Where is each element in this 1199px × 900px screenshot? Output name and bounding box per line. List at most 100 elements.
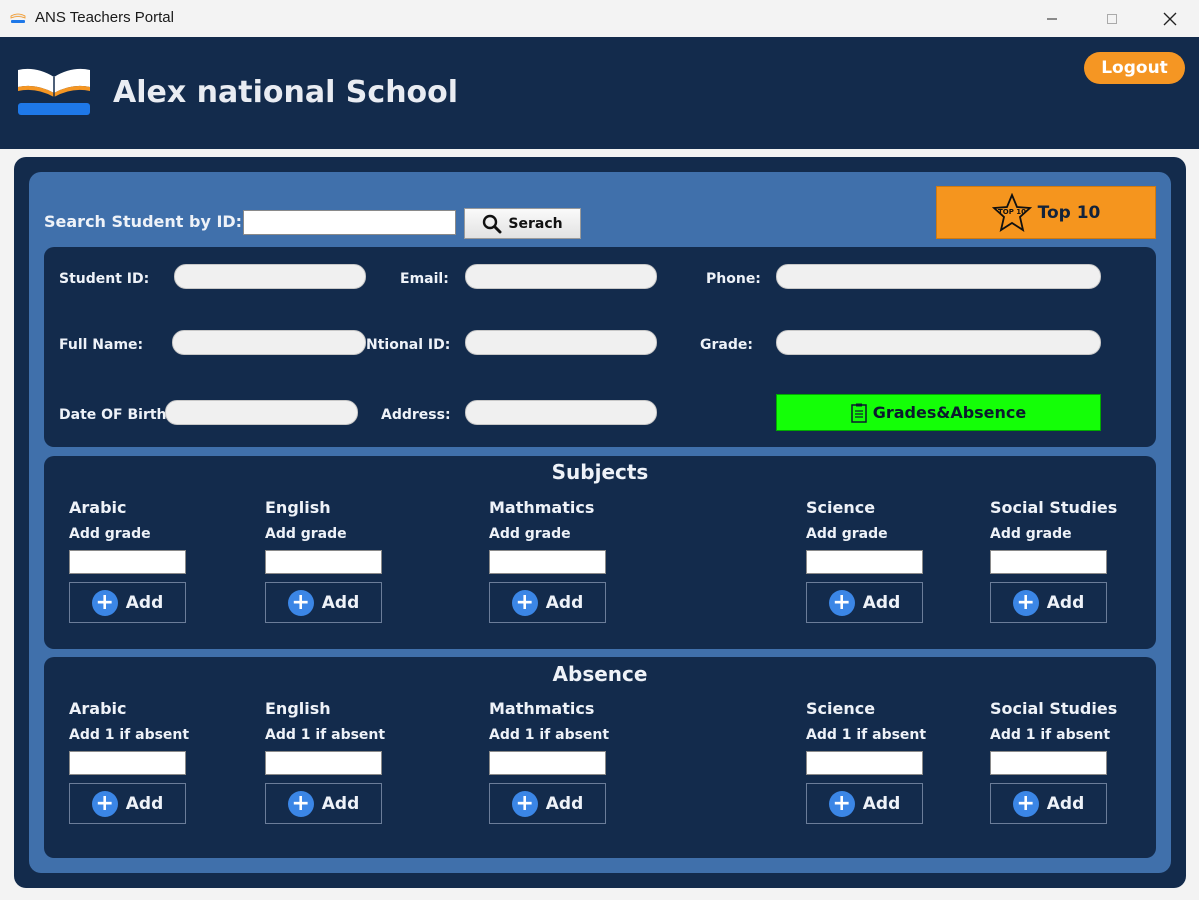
plus-icon: + xyxy=(287,790,314,817)
english-absence-input[interactable] xyxy=(265,751,382,775)
student-info-panel: Student ID: Email: Phone: Full Name: Nti… xyxy=(44,247,1156,447)
dob-field[interactable] xyxy=(165,400,358,425)
subject-english: English Add grade + Add xyxy=(265,498,395,623)
english-add-absence-button[interactable]: + Add xyxy=(265,783,382,824)
maximize-icon xyxy=(1107,13,1117,24)
minimize-icon xyxy=(1047,18,1057,19)
magnifier-icon xyxy=(483,214,502,233)
science-grade-input[interactable] xyxy=(806,550,923,574)
school-name: Alex national School xyxy=(113,75,459,110)
full-name-label: Full Name: xyxy=(59,337,144,353)
arabic-add-absence-button[interactable]: + Add xyxy=(69,783,186,824)
grade-label: Grade: xyxy=(700,337,753,353)
app-icon xyxy=(10,13,26,23)
social-studies-absence-input[interactable] xyxy=(990,751,1107,775)
close-button[interactable] xyxy=(1141,0,1199,37)
add-label: Add xyxy=(125,793,164,814)
subjects-title: Subjects xyxy=(551,460,649,484)
subject-hint: Add grade xyxy=(69,526,151,542)
social-studies-add-grade-button[interactable]: + Add xyxy=(990,582,1107,623)
add-label: Add xyxy=(321,793,360,814)
subject-name: English xyxy=(265,498,331,517)
absence-hint: Add 1 if absent xyxy=(806,727,927,743)
window-titlebar: ANS Teachers Portal xyxy=(0,0,1199,37)
grade-field[interactable] xyxy=(776,330,1101,355)
search-button[interactable]: Serach xyxy=(464,208,581,239)
add-label: Add xyxy=(125,592,164,613)
subject-name: Science xyxy=(806,699,876,718)
math-absence-input[interactable] xyxy=(489,751,606,775)
student-id-label: Student ID: xyxy=(59,271,150,287)
plus-icon: + xyxy=(91,790,118,817)
arabic-absence-input[interactable] xyxy=(69,751,186,775)
search-student-input[interactable] xyxy=(243,210,456,235)
science-add-grade-button[interactable]: + Add xyxy=(806,582,923,623)
absence-hint: Add 1 if absent xyxy=(990,727,1111,743)
phone-field[interactable] xyxy=(776,264,1101,289)
clipboard-icon xyxy=(850,403,867,423)
national-id-field[interactable] xyxy=(465,330,657,355)
math-grade-input[interactable] xyxy=(489,550,606,574)
phone-label: Phone: xyxy=(706,271,761,287)
math-add-absence-button[interactable]: + Add xyxy=(489,783,606,824)
plus-icon: + xyxy=(287,589,314,616)
absence-hint: Add 1 if absent xyxy=(489,727,610,743)
open-book-logo-icon xyxy=(18,68,90,115)
email-field[interactable] xyxy=(465,264,657,289)
social-studies-add-absence-button[interactable]: + Add xyxy=(990,783,1107,824)
full-name-field[interactable] xyxy=(172,330,366,355)
absence-math: Mathmatics Add 1 if absent + Add xyxy=(489,699,619,824)
add-label: Add xyxy=(545,592,584,613)
top10-star-icon: TOP 10 xyxy=(991,192,1032,232)
absence-title: Absence xyxy=(552,662,648,686)
app-header: Alex national School Logout xyxy=(0,37,1199,149)
absence-panel: Absence Arabic Add 1 if absent + Add Engl… xyxy=(44,657,1156,858)
grades-absence-button[interactable]: Grades&Absence xyxy=(776,394,1101,431)
add-label: Add xyxy=(862,592,901,613)
absence-science: Science Add 1 if absent + Add xyxy=(806,699,936,824)
subject-name: English xyxy=(265,699,331,718)
subject-hint: Add grade xyxy=(990,526,1072,542)
main-container: Search Student by ID: Serach TOP 10 Top … xyxy=(14,157,1186,888)
science-add-absence-button[interactable]: + Add xyxy=(806,783,923,824)
plus-icon: + xyxy=(511,589,538,616)
subject-social-studies: Social Studies Add grade + Add xyxy=(990,498,1120,623)
arabic-add-grade-button[interactable]: + Add xyxy=(69,582,186,623)
subject-science: Science Add grade + Add xyxy=(806,498,936,623)
plus-icon: + xyxy=(828,790,855,817)
subject-hint: Add grade xyxy=(806,526,888,542)
absence-arabic: Arabic Add 1 if absent + Add xyxy=(69,699,199,824)
english-grade-input[interactable] xyxy=(265,550,382,574)
address-field[interactable] xyxy=(465,400,657,425)
close-icon xyxy=(1163,12,1177,25)
maximize-button[interactable] xyxy=(1083,0,1141,37)
arabic-grade-input[interactable] xyxy=(69,550,186,574)
absence-english: English Add 1 if absent + Add xyxy=(265,699,395,824)
subject-name: Social Studies xyxy=(990,699,1118,718)
absence-hint: Add 1 if absent xyxy=(265,727,386,743)
window-title: ANS Teachers Portal xyxy=(35,9,174,26)
subject-name: Social Studies xyxy=(990,498,1118,517)
social-studies-grade-input[interactable] xyxy=(990,550,1107,574)
subject-hint: Add grade xyxy=(265,526,347,542)
svg-text:TOP 10: TOP 10 xyxy=(998,208,1026,216)
student-id-field[interactable] xyxy=(174,264,366,289)
dob-label: Date OF Birth: xyxy=(59,407,173,423)
grades-absence-label: Grades&Absence xyxy=(872,403,1027,422)
math-add-grade-button[interactable]: + Add xyxy=(489,582,606,623)
minimize-button[interactable] xyxy=(1023,0,1081,37)
subject-name: Arabic xyxy=(69,699,127,718)
subject-math: Mathmatics Add grade + Add xyxy=(489,498,619,623)
science-absence-input[interactable] xyxy=(806,751,923,775)
plus-icon: + xyxy=(1012,589,1039,616)
plus-icon: + xyxy=(91,589,118,616)
subject-name: Science xyxy=(806,498,876,517)
absence-hint: Add 1 if absent xyxy=(69,727,190,743)
subject-arabic: Arabic Add grade + Add xyxy=(69,498,199,623)
english-add-grade-button[interactable]: + Add xyxy=(265,582,382,623)
subject-name: Arabic xyxy=(69,498,127,517)
top10-button[interactable]: TOP 10 Top 10 xyxy=(936,186,1156,239)
content-area: Search Student by ID: Serach TOP 10 Top … xyxy=(29,172,1171,873)
logout-button[interactable]: Logout xyxy=(1084,52,1185,84)
national-id-label: Ntional ID: xyxy=(366,337,451,353)
